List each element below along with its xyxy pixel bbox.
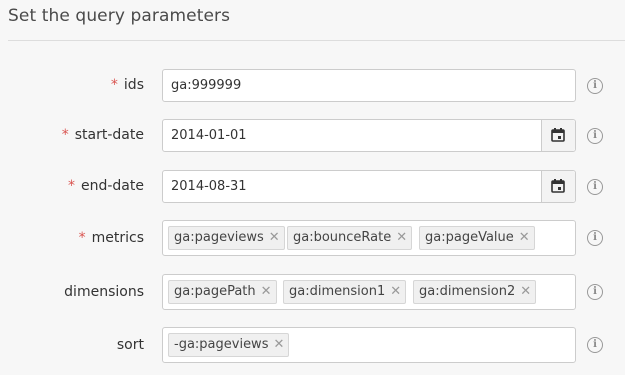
info-icon[interactable]: i: [587, 337, 603, 353]
sort-tag[interactable]: -ga:pageviews ✕: [168, 333, 290, 357]
remove-tag-icon[interactable]: ✕: [390, 284, 401, 299]
tag-label: -ga:pageviews: [174, 337, 269, 352]
ids-value: ga:999999: [171, 78, 242, 93]
ids-input[interactable]: ga:999999: [162, 69, 576, 102]
end-date-value: 2014-08-31: [171, 179, 247, 194]
calendar-icon: [551, 128, 565, 142]
ids-label: * ids: [111, 75, 144, 95]
metric-tag[interactable]: ga:pageValue ✕: [419, 226, 535, 250]
metrics-label: * metrics: [79, 228, 144, 248]
start-date-label-text: start-date: [74, 127, 144, 143]
end-date-label: * end-date: [68, 176, 144, 196]
info-icon[interactable]: i: [587, 179, 603, 195]
dimensions-input[interactable]: ga:pagePath ✕ ga:dimension1 ✕ ga:dimension…: [162, 274, 576, 310]
end-date-calendar-button[interactable]: [541, 171, 575, 202]
dimension-tag[interactable]: ga:pagePath ✕: [168, 280, 277, 304]
tag-label: ga:pageValue: [425, 230, 514, 245]
end-date-input[interactable]: 2014-08-31: [162, 170, 576, 203]
dimensions-label-text: dimensions: [64, 284, 144, 300]
remove-tag-icon[interactable]: ✕: [519, 230, 530, 245]
start-date-value: 2014-01-01: [171, 128, 247, 143]
ids-label-text: ids: [123, 77, 144, 93]
required-marker: *: [61, 127, 69, 143]
tag-label: ga:dimension1: [289, 284, 386, 299]
sort-label: sort: [117, 335, 144, 355]
tag-label: ga:dimension2: [419, 284, 516, 299]
remove-tag-icon[interactable]: ✕: [396, 230, 407, 245]
start-date-calendar-button[interactable]: [541, 120, 575, 151]
dimension-tag[interactable]: ga:dimension1 ✕: [283, 280, 407, 304]
remove-tag-icon[interactable]: ✕: [269, 230, 280, 245]
start-date-input[interactable]: 2014-01-01: [162, 119, 576, 152]
remove-tag-icon[interactable]: ✕: [261, 284, 272, 299]
required-marker: *: [110, 77, 118, 93]
info-icon[interactable]: i: [587, 230, 603, 246]
metric-tag[interactable]: ga:pageviews ✕: [168, 226, 285, 250]
start-date-label: * start-date: [62, 125, 144, 145]
metrics-label-text: metrics: [91, 230, 144, 246]
metric-tag[interactable]: ga:bounceRate ✕: [287, 226, 413, 250]
calendar-icon: [551, 179, 565, 193]
dimensions-label: dimensions: [64, 282, 144, 302]
remove-tag-icon[interactable]: ✕: [273, 337, 284, 352]
dimension-tag[interactable]: ga:dimension2 ✕: [413, 280, 537, 304]
title-divider: [8, 40, 625, 41]
tag-label: ga:pageviews: [174, 230, 264, 245]
page-title: Set the query parameters: [8, 6, 231, 26]
metrics-input[interactable]: ga:pageviews ✕ ga:bounceRate ✕ ga:pageValu…: [162, 220, 576, 256]
sort-input[interactable]: -ga:pageviews ✕: [162, 327, 576, 363]
required-marker: *: [68, 178, 75, 194]
required-marker: *: [78, 230, 86, 246]
end-date-label-text: end-date: [81, 178, 144, 194]
tag-label: ga:pagePath: [174, 284, 256, 299]
info-icon[interactable]: i: [587, 128, 603, 144]
info-icon[interactable]: i: [587, 284, 603, 300]
tag-label: ga:bounceRate: [293, 230, 392, 245]
sort-label-text: sort: [116, 337, 144, 353]
remove-tag-icon[interactable]: ✕: [520, 284, 531, 299]
info-icon[interactable]: i: [587, 78, 603, 94]
